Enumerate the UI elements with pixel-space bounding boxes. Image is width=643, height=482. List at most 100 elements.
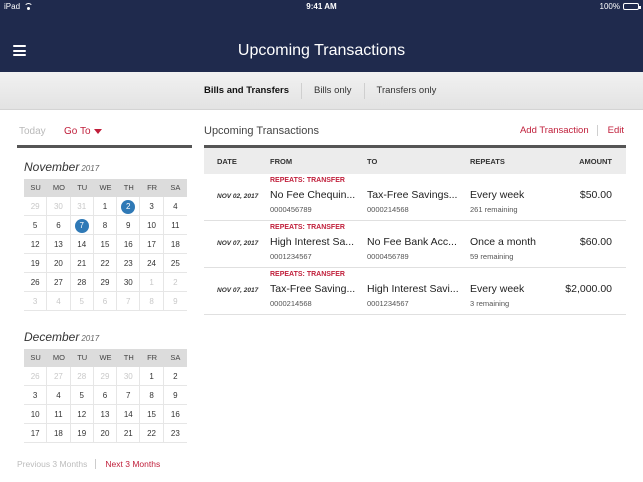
previous-months-button[interactable]: Previous 3 Months	[17, 459, 97, 469]
calendar-day[interactable]: 9	[163, 386, 187, 405]
calendar-day[interactable]: 23	[117, 254, 141, 273]
calendar-day[interactable]: 14	[70, 235, 94, 254]
calendar-day[interactable]: 20	[93, 424, 118, 443]
calendar-day[interactable]: 15	[140, 405, 164, 424]
calendar-day[interactable]: 1	[93, 197, 118, 216]
filter-tab[interactable]: Bills only	[301, 83, 364, 99]
calendar-day[interactable]: 22	[93, 254, 118, 273]
filter-tab[interactable]: Bills and Transfers	[192, 83, 301, 99]
calendar-day[interactable]: 29	[93, 367, 118, 386]
calendar-day[interactable]: 19	[24, 254, 48, 273]
today-button[interactable]: Today	[19, 126, 46, 137]
calendar-day[interactable]: 19	[70, 424, 94, 443]
calendar-day[interactable]: 6	[93, 386, 118, 405]
calendar-day[interactable]: 20	[47, 254, 71, 273]
calendar-day[interactable]: 4	[163, 197, 187, 216]
calendar-day[interactable]: 29	[24, 197, 48, 216]
calendar-day[interactable]: 16	[163, 405, 187, 424]
calendar-day[interactable]: 15	[93, 235, 118, 254]
next-months-button[interactable]: Next 3 Months	[96, 459, 160, 469]
calendar-day[interactable]: 1	[140, 367, 164, 386]
calendar-day[interactable]: 27	[47, 273, 71, 292]
calendar-day[interactable]: 21	[117, 424, 141, 443]
calendar-day[interactable]: 7	[117, 386, 141, 405]
day-number: 17	[30, 429, 40, 438]
calendar-day[interactable]: 11	[163, 216, 187, 235]
calendar-day[interactable]: 27	[47, 367, 71, 386]
calendar-day[interactable]: 18	[163, 235, 187, 254]
calendar-day[interactable]: 26	[24, 273, 48, 292]
calendar-day[interactable]: 11	[47, 405, 71, 424]
day-number: 9	[173, 391, 178, 400]
calendar-day[interactable]: 10	[140, 216, 164, 235]
calendar-day[interactable]: 28	[70, 367, 94, 386]
calendar-day[interactable]: 31	[70, 197, 94, 216]
transaction-amount: $50.00	[579, 189, 612, 201]
calendar-day[interactable]: 8	[93, 216, 118, 235]
transactions-header: Upcoming Transactions Add Transaction Ed…	[204, 120, 626, 148]
day-number: 4	[173, 202, 178, 211]
calendar-day[interactable]: 13	[47, 235, 71, 254]
calendar-day[interactable]: 1	[140, 273, 164, 292]
calendar-day[interactable]: 8	[140, 292, 164, 311]
calendar-day[interactable]: 30	[117, 367, 141, 386]
weekday-label: TH	[123, 353, 134, 362]
edit-button[interactable]: Edit	[598, 125, 624, 136]
calendar-day[interactable]: 4	[47, 292, 71, 311]
calendar-day[interactable]: 10	[24, 405, 48, 424]
calendar-day[interactable]: 28	[70, 273, 94, 292]
calendar-day[interactable]: 9	[117, 216, 141, 235]
calendar-day[interactable]: 3	[24, 292, 48, 311]
calendar-day-scheduled[interactable]: 2	[117, 197, 141, 216]
calendar-day[interactable]: 5	[70, 292, 94, 311]
from-account-name: High Interest Sa...	[270, 236, 355, 248]
calendar-day[interactable]: 16	[117, 235, 141, 254]
day-number: 28	[77, 278, 87, 287]
calendar-day[interactable]: 3	[140, 197, 164, 216]
calendar-day[interactable]: 25	[163, 254, 187, 273]
goto-button[interactable]: Go To	[64, 126, 102, 137]
table-row[interactable]: REPEATS: TRANSFER NOV 07, 2017 High Intere…	[204, 221, 626, 268]
weekday-label: TH	[123, 183, 134, 192]
calendar-day[interactable]: 8	[140, 386, 164, 405]
calendar-day[interactable]: 30	[117, 273, 141, 292]
day-number: 19	[30, 259, 40, 268]
calendar-day[interactable]: 6	[93, 292, 118, 311]
calendar-day[interactable]: 9	[163, 292, 187, 311]
add-transaction-button[interactable]: Add Transaction	[520, 125, 598, 136]
calendar-day[interactable]: 2	[163, 367, 187, 386]
calendar-day[interactable]: 6	[47, 216, 71, 235]
calendar-day[interactable]: 5	[70, 386, 94, 405]
calendar-day[interactable]: 14	[117, 405, 141, 424]
transaction-date: NOV 07, 2017	[217, 287, 259, 294]
calendar-day[interactable]: 18	[47, 424, 71, 443]
day-number: 3	[32, 297, 38, 306]
calendar-day[interactable]: 17	[140, 235, 164, 254]
transactions-table: DATE FROM TO REPEATS AMOUNT REPEATS: TRA…	[204, 148, 626, 315]
calendar-day[interactable]: 23	[163, 424, 187, 443]
calendar-day[interactable]: 29	[93, 273, 118, 292]
table-row[interactable]: REPEATS: TRANSFER NOV 02, 2017 No Fee Cheq…	[204, 174, 626, 221]
calendar-day[interactable]: 5	[24, 216, 48, 235]
calendar-day[interactable]: 21	[70, 254, 94, 273]
calendar-day[interactable]: 2	[163, 273, 187, 292]
transaction-amount: $2,000.00	[565, 283, 612, 295]
status-bar: iPad 9:41 AM 100%	[0, 0, 643, 14]
calendar-day[interactable]: 4	[47, 386, 71, 405]
calendar-day[interactable]: 22	[140, 424, 164, 443]
filter-tab[interactable]: Transfers only	[363, 83, 449, 99]
calendar-day-scheduled[interactable]: 7	[70, 216, 94, 235]
calendar-day[interactable]: 26	[24, 367, 48, 386]
calendar-day[interactable]: 30	[47, 197, 71, 216]
month-navigation: Previous 3 Months Next 3 Months	[17, 459, 192, 469]
calendar-day[interactable]: 13	[93, 405, 118, 424]
calendar-day[interactable]: 12	[24, 235, 48, 254]
calendar-day[interactable]: 17	[24, 424, 48, 443]
calendar-day[interactable]: 24	[140, 254, 164, 273]
calendar-day[interactable]: 7	[117, 292, 141, 311]
column-date: DATE	[217, 157, 237, 166]
calendar-day[interactable]: 12	[70, 405, 94, 424]
calendar-day[interactable]: 3	[24, 386, 48, 405]
page-title: Upcoming Transactions	[237, 42, 406, 59]
table-row[interactable]: REPEATS: TRANSFER NOV 07, 2017 Tax-Free Sa…	[204, 268, 626, 315]
